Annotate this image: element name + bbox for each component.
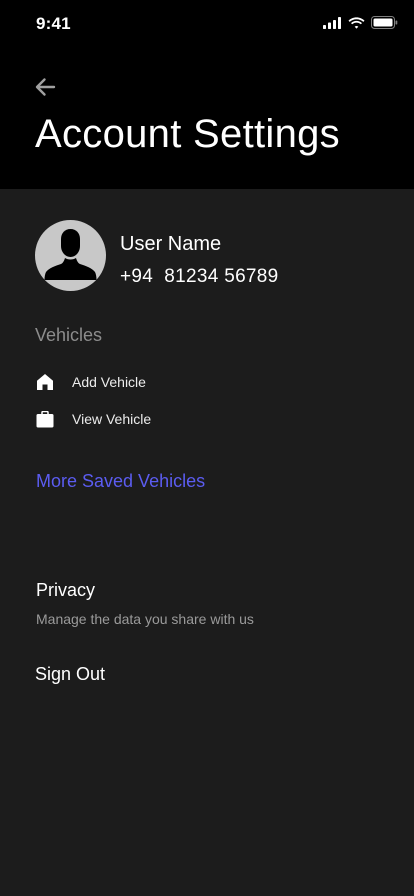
status-time: 9:41 <box>36 14 71 33</box>
more-saved-vehicles-link[interactable]: More Saved Vehicles <box>36 470 205 492</box>
view-vehicle-item[interactable]: View Vehicle <box>35 409 151 429</box>
back-button[interactable] <box>32 76 58 102</box>
battery-icon <box>371 16 398 34</box>
add-vehicle-item[interactable]: Add Vehicle <box>35 372 146 392</box>
cellular-signal-icon <box>323 16 342 34</box>
wifi-icon <box>348 16 365 34</box>
user-phone: +94 81234 56789 <box>120 266 279 287</box>
page-title: Account Settings <box>35 112 340 156</box>
view-vehicle-label: View Vehicle <box>72 411 152 427</box>
briefcase-icon <box>35 409 55 429</box>
avatar[interactable] <box>35 220 106 291</box>
user-name: User Name <box>120 233 222 255</box>
privacy-item[interactable]: Privacy <box>36 579 95 601</box>
arrow-left-icon <box>34 77 56 102</box>
header: 9:41 Account Settings <box>0 0 414 189</box>
vehicles-section-title: Vehicles <box>35 325 103 345</box>
add-vehicle-label: Add Vehicle <box>72 374 146 390</box>
status-icons <box>323 16 398 34</box>
user-silhouette-icon <box>35 229 106 291</box>
privacy-subtitle: Manage the data you share with us <box>36 611 254 627</box>
home-icon <box>35 372 55 392</box>
sign-out-button[interactable]: Sign Out <box>35 663 105 685</box>
